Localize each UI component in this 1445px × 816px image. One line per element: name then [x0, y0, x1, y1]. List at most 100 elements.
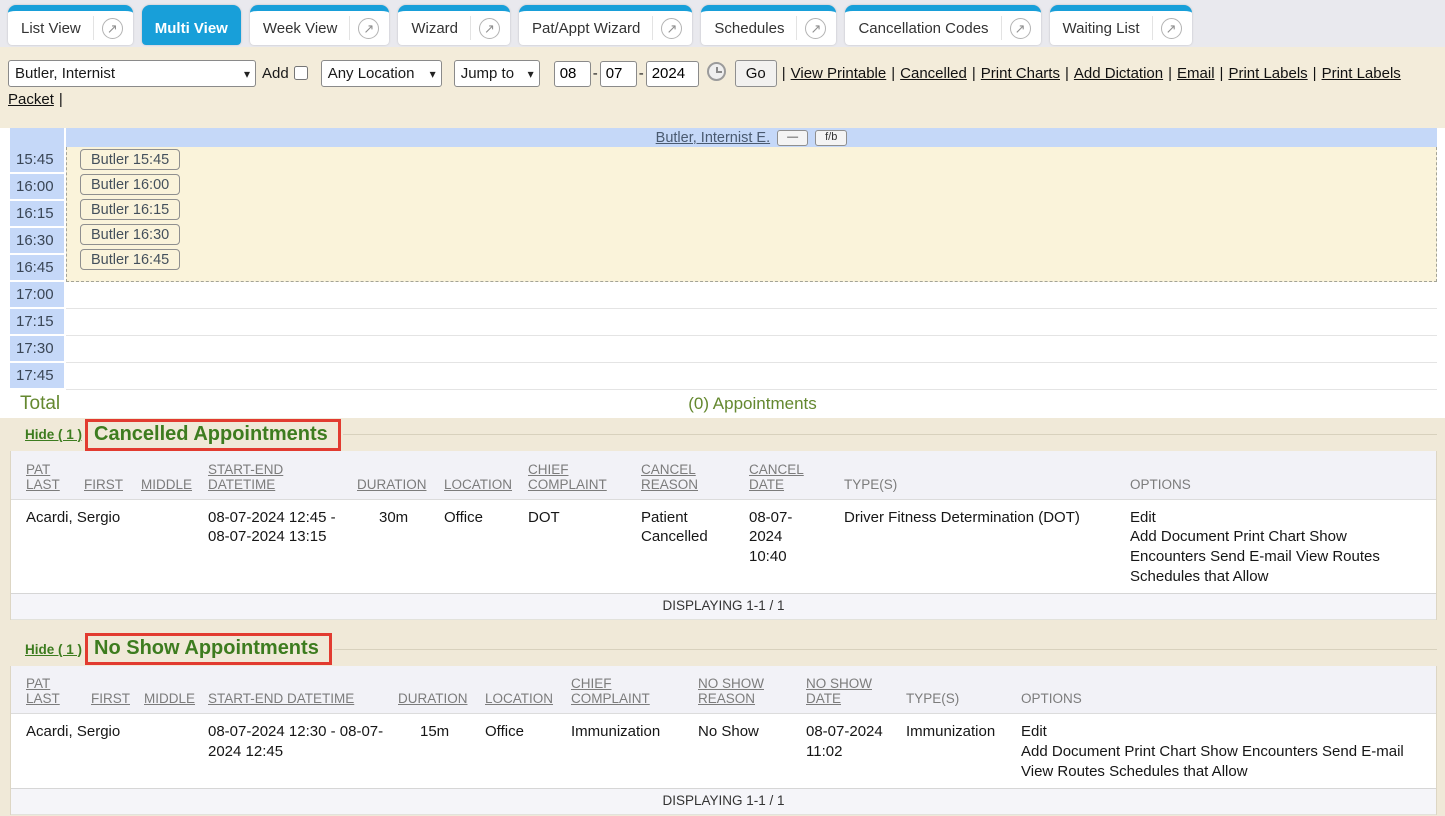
col-header-duration[interactable]: DURATION: [398, 666, 485, 714]
schedule-column: Butler 15:45 Butler 16:00 Butler 16:15 Butl…: [66, 147, 1437, 390]
col-header-no-show-date[interactable]: NO SHOW DATE: [806, 666, 906, 714]
col-header-chief-complaint[interactable]: CHIEF COMPLAINT: [528, 451, 641, 499]
date-month-input[interactable]: [554, 61, 591, 87]
toolbar-link-email[interactable]: Email: [1177, 65, 1215, 82]
option-link-show-encounters[interactable]: Show Encounters: [1200, 743, 1318, 760]
col-header-duration[interactable]: DURATION: [357, 451, 444, 499]
col-header-location[interactable]: LOCATION: [444, 451, 528, 499]
slot-button-butler-15-45[interactable]: Butler 15:45: [80, 149, 180, 170]
jump-to-select[interactable]: Jump to▾: [454, 60, 540, 87]
slot-button-butler-16-15[interactable]: Butler 16:15: [80, 199, 180, 220]
collapse-column-button[interactable]: —: [777, 130, 808, 146]
open-new-window-icon[interactable]: ↗: [102, 18, 123, 39]
table-noshow: PAT LASTFIRSTMIDDLESTART-END DATETIMEDUR…: [11, 666, 1436, 789]
col-header-chief-complaint[interactable]: CHIEF COMPLAINT: [571, 666, 698, 714]
toolbar-link-add-dictation[interactable]: Add Dictation: [1074, 65, 1163, 82]
cell-middle: [144, 714, 208, 788]
option-link-schedules-that-allow[interactable]: Schedules that Allow: [1109, 763, 1247, 780]
hide-link-cancelled[interactable]: Hide ( 1 ): [25, 427, 82, 442]
location-select[interactable]: Any Location▾: [321, 60, 442, 87]
chevron-down-icon: ▾: [430, 61, 436, 87]
option-link-send-e-mail[interactable]: Send E-mail: [1210, 548, 1292, 565]
schedule-empty-row[interactable]: [66, 363, 1437, 390]
col-header-start-end-datetime[interactable]: START-END DATETIME: [208, 451, 357, 499]
cell-type-s: Immunization: [906, 714, 1021, 788]
toolbar-link-print-labels[interactable]: Print Labels: [1228, 65, 1307, 82]
tab-wizard[interactable]: Wizard↗: [398, 5, 510, 45]
add-checkbox[interactable]: [294, 66, 308, 80]
tab-list-view[interactable]: List View↗: [8, 5, 133, 45]
option-link-print-chart[interactable]: Print Chart: [1233, 528, 1305, 545]
option-link-add-document[interactable]: Add Document: [1021, 743, 1120, 760]
open-new-window-icon[interactable]: ↗: [358, 18, 379, 39]
toolbar-link-view-printable[interactable]: View Printable: [791, 65, 887, 82]
date-year-input[interactable]: [646, 61, 699, 87]
provider-select[interactable]: Butler, Internist▾: [8, 60, 256, 87]
lower-region: Hide ( 1 ) Cancelled Appointments PAT LA…: [0, 418, 1445, 816]
toolbar-link-cancelled[interactable]: Cancelled: [900, 65, 967, 82]
col-header-first[interactable]: FIRST: [84, 451, 141, 499]
section-band-cancelled: Hide ( 1 ) Cancelled Appointments: [10, 418, 1437, 451]
col-header-cancel-date[interactable]: CANCEL DATE: [749, 451, 844, 499]
jump-to-select-value: Jump to: [461, 61, 514, 87]
tab-divider: [1152, 16, 1153, 40]
cell-cancel-date: 08-07-2024 10:40: [749, 499, 844, 593]
col-header-location[interactable]: LOCATION: [485, 666, 571, 714]
section-band-noshow: Hide ( 1 ) No Show Appointments: [10, 633, 1437, 666]
col-header-start-end-datetime[interactable]: START-END DATETIME: [208, 666, 398, 714]
separator: |: [891, 65, 895, 82]
open-new-window-icon[interactable]: ↗: [479, 18, 500, 39]
schedule-empty-row[interactable]: [66, 282, 1437, 309]
col-header-middle[interactable]: MIDDLE: [144, 666, 208, 714]
slot-button-butler-16-30[interactable]: Butler 16:30: [80, 224, 180, 245]
option-link-print-chart[interactable]: Print Chart: [1124, 743, 1196, 760]
col-header-pat-last[interactable]: PAT LAST: [11, 451, 84, 499]
open-new-window-icon[interactable]: ↗: [1010, 18, 1031, 39]
col-header-no-show-reason[interactable]: NO SHOW REASON: [698, 666, 806, 714]
option-link-add-document[interactable]: Add Document: [1130, 528, 1229, 545]
col-header-pat-last[interactable]: PAT LAST: [11, 666, 91, 714]
section-gap: [10, 620, 1437, 633]
time-label-15-45: 15:45: [10, 147, 64, 174]
slot-button-butler-16-45[interactable]: Butler 16:45: [80, 249, 180, 270]
tab-schedules[interactable]: Schedules↗: [701, 5, 836, 45]
open-new-window-icon[interactable]: ↗: [805, 18, 826, 39]
col-header-first[interactable]: FIRST: [91, 666, 144, 714]
option-link-edit[interactable]: Edit: [1021, 722, 1428, 742]
cell-duration: 30m: [357, 499, 444, 593]
open-new-window-icon[interactable]: ↗: [661, 18, 682, 39]
tab-label: Waiting List: [1060, 20, 1143, 37]
open-new-window-icon[interactable]: ↗: [1161, 18, 1182, 39]
schedule-empty-row[interactable]: [66, 336, 1437, 363]
option-link-schedules-that-allow[interactable]: Schedules that Allow: [1130, 568, 1268, 585]
tab-pat-appt-wizard[interactable]: Pat/Appt Wizard↗: [519, 5, 692, 45]
time-label-16-15: 16:15: [10, 201, 64, 228]
appointment-row: Acardi, Sergio08-07-2024 12:30 - 08-07-2…: [11, 714, 1436, 788]
cell-no-show-date: 08-07-2024 11:02: [806, 714, 906, 788]
schedule-empty-row[interactable]: [66, 309, 1437, 336]
tab-cancellation-codes[interactable]: Cancellation Codes↗: [845, 5, 1040, 45]
option-link-edit[interactable]: Edit: [1130, 508, 1416, 528]
table-header-row: PAT LASTFIRSTMIDDLESTART-END DATETIMEDUR…: [11, 666, 1436, 714]
slot-button-butler-16-00[interactable]: Butler 16:00: [80, 174, 180, 195]
tab-week-view[interactable]: Week View↗: [250, 5, 389, 45]
cell-middle: [141, 499, 208, 593]
fb-button[interactable]: f/b: [815, 130, 847, 146]
section-noshow: Hide ( 1 ) No Show Appointments PAT LAST…: [10, 633, 1437, 815]
toolbar-link-print-charts[interactable]: Print Charts: [981, 65, 1060, 82]
col-header-options: OPTIONS: [1021, 666, 1436, 714]
option-link-view-routes[interactable]: View Routes: [1021, 763, 1105, 780]
option-link-send-e-mail[interactable]: Send E-mail: [1322, 743, 1404, 760]
col-header-middle[interactable]: MIDDLE: [141, 451, 208, 499]
provider-link[interactable]: Butler, Internist E.: [656, 130, 770, 146]
hide-link-noshow[interactable]: Hide ( 1 ): [25, 642, 82, 657]
tab-waiting-list[interactable]: Waiting List ↗: [1050, 5, 1192, 45]
go-button[interactable]: Go: [735, 60, 777, 87]
date-day-input[interactable]: [600, 61, 637, 87]
col-header-type-s: TYPE(S): [906, 666, 1021, 714]
option-link-view-routes[interactable]: View Routes: [1296, 548, 1380, 565]
clock-icon[interactable]: [707, 62, 726, 81]
col-header-cancel-reason[interactable]: CANCEL REASON: [641, 451, 749, 499]
tab-multi-view[interactable]: Multi View: [142, 5, 241, 45]
schedule-body: 15:4516:0016:1516:3016:4517:0017:1517:30…: [10, 147, 1437, 390]
